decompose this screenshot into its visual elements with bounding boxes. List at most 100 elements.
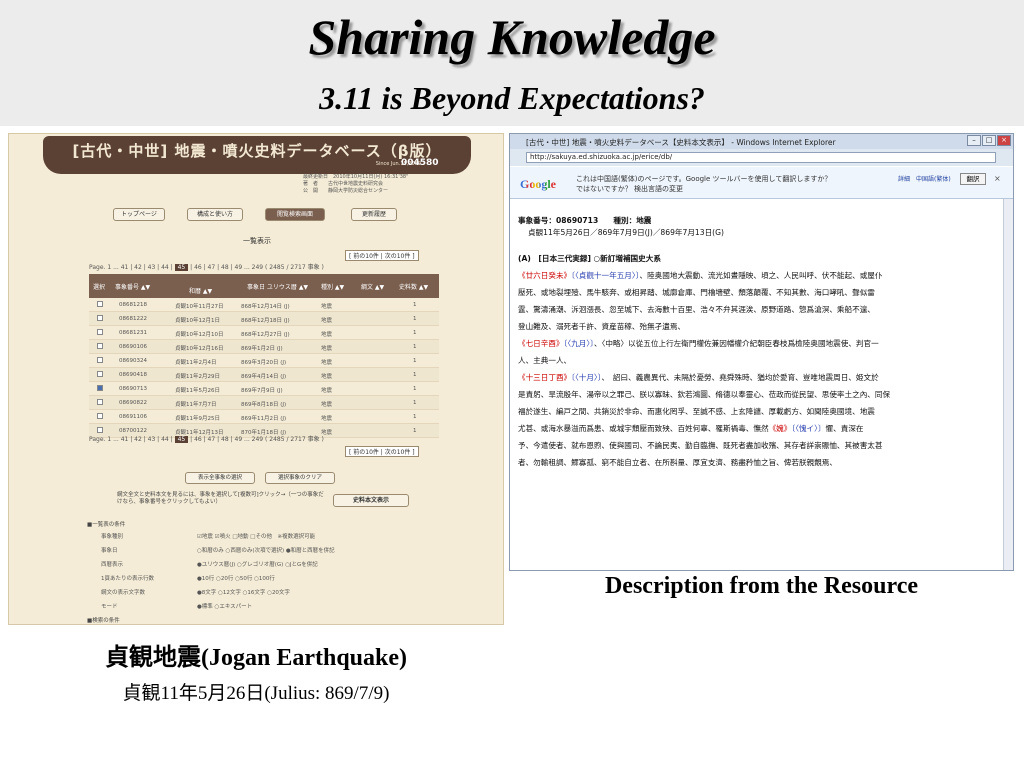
prev-next-links[interactable]: [ 前の10件 | 次の10件 ] — [345, 250, 419, 261]
row-event-no[interactable]: 08681231 — [119, 330, 147, 336]
row-count: 1 — [413, 414, 417, 420]
caption-right: Description from the Resource — [604, 573, 919, 599]
clear-selection-button[interactable]: 選択事象のクリア — [265, 472, 335, 484]
source-line: 尤甚、或海水暴溢而爲患、或城宇頽壓而致殃、百姓何辜、罹斯禍毒、憮然《媿》〔〈愧イ… — [518, 424, 864, 433]
condition-options[interactable]: ☑地震 ☑噴火 □地動 □その他 ※複数選択可能 — [197, 532, 315, 540]
row-count: 1 — [413, 400, 417, 406]
translate-line2[interactable]: ではないですか？ 検出言語の変更 — [576, 184, 831, 194]
source-line: 《七日辛酉》〔〈九月〉〕、〈中略〉以從五位上行左衛門權佐兼因幡權介紀朝臣春枝爲檢… — [518, 339, 879, 348]
table-row[interactable]: 08681218 貞観10年11月27日 868年12月14日 (J) 地震 1 — [89, 298, 439, 312]
table-row[interactable]: 08681231 貞観10年12月10日 868年12月27日 (J) 地震 1 — [89, 326, 439, 340]
close-bar-icon[interactable]: × — [994, 174, 1001, 183]
col-event-no[interactable]: 事象番号 ▲▼ — [115, 282, 150, 291]
translate-detail-link[interactable]: 詳細 中国語(繁体) — [898, 174, 951, 183]
row-checkbox[interactable] — [97, 413, 103, 419]
row-event-no[interactable]: 08690324 — [119, 358, 147, 364]
table-row[interactable]: 08690324 貞観11年2月4日 869年3月20日 (J) 地震 1 — [89, 354, 439, 368]
condition-label: 綱文の表示文字数 — [101, 590, 146, 596]
pager-suffix[interactable]: | 46 | 47 | 48 | 49 ... 249 — [190, 264, 263, 271]
row-event-no[interactable]: 08681218 — [119, 302, 147, 308]
db-counter: 004580 — [401, 158, 439, 168]
row-checkbox[interactable] — [97, 427, 103, 433]
close-icon[interactable]: × — [997, 135, 1011, 146]
pager-prefix[interactable]: Page. 1 ... 41 | 42 | 43 | 44 | — [89, 436, 173, 443]
source-line: 壓死、或地裂埋殪、馬牛駭奔、或相昇踏、城廓倉庫、門櫓墻壁、頽落顛覆、不知其數、海… — [518, 288, 875, 297]
select-all-button[interactable]: 表示全事象の選択 — [185, 472, 255, 484]
translate-line1: これは中国語(繁体)のページです。Google ツールバーを使用して翻訳しますか… — [576, 175, 832, 183]
row-checkbox[interactable] — [97, 399, 103, 405]
row-checkbox[interactable] — [97, 315, 103, 321]
col-summary[interactable]: 綱文 ▲▼ — [361, 282, 384, 291]
row-type: 地震 — [321, 304, 333, 310]
instruction-note: 綱文全文と史料本文を見るには、事象を選択して[複数可]クリック→（一つの事象だけ… — [117, 492, 324, 505]
browse-search-button[interactable]: 閲覧検索画面 — [265, 208, 325, 221]
condition-options[interactable]: ●標準 ○エキスパート — [197, 602, 252, 610]
row-julius: 868年12月14日 (J) — [241, 304, 290, 310]
pager-suffix[interactable]: | 46 | 47 | 48 | 49 ... 249 — [190, 436, 263, 443]
table-row[interactable]: 08690418 貞観11年2月29日 869年4月14日 (J) 地震 1 — [89, 368, 439, 382]
row-event-no[interactable]: 08691106 — [119, 414, 147, 420]
row-event-no[interactable]: 08690106 — [119, 344, 147, 350]
maximize-icon[interactable]: □ — [982, 135, 996, 146]
top-page-button[interactable]: トップページ — [113, 208, 165, 221]
source-line: 登山難及、溺死者千許、資産苗稼、殆無孑遺焉、 — [518, 322, 686, 331]
row-julius: 868年12月18日 (J) — [241, 318, 290, 324]
row-count: 1 — [413, 344, 417, 350]
pager-current: 45 — [174, 264, 189, 271]
prev-next-links-bottom[interactable]: [ 前の10件 | 次の10件 ] — [345, 446, 419, 457]
condition-label: モード — [101, 604, 118, 610]
translate-message: これは中国語(繁体)のページです。Google ツールバーを使用して翻訳しますか… — [576, 174, 831, 194]
col-type[interactable]: 種別 ▲▼ — [321, 282, 344, 291]
table-row[interactable]: 08690822 貞観11年7月7日 869年8月18日 (J) 地震 1 — [89, 396, 439, 410]
address-bar: http://sakuya.ed.shizuoka.ac.jp/erice/db… — [510, 149, 1013, 166]
db-meta-line: 最終更新日 2010年10月11日(月) 16:31'38" — [303, 174, 409, 180]
row-count: 1 — [413, 358, 417, 364]
usage-button[interactable]: 構成と使い方 — [187, 208, 243, 221]
db-meta: 最終更新日 2010年10月11日(月) 16:31'38" 著 者 古代中世地… — [303, 174, 408, 195]
pager-count: ( 2485 / 2717 事象 ) — [265, 264, 324, 271]
pager-prefix[interactable]: Page. 1 ... 41 | 42 | 43 | 44 | — [89, 264, 173, 271]
row-checkbox[interactable] — [97, 385, 103, 391]
update-history-button[interactable]: 更新履歴 — [351, 208, 397, 221]
pager-count: ( 2485 / 2717 事象 ) — [265, 436, 324, 443]
view-text-button[interactable]: 史料本文表示 — [333, 494, 409, 507]
minimize-icon[interactable]: – — [967, 135, 981, 146]
row-checkbox[interactable] — [97, 343, 103, 349]
row-event-no[interactable]: 08690822 — [119, 400, 147, 406]
translate-button[interactable]: 翻訳 — [960, 173, 986, 185]
url-input[interactable]: http://sakuya.ed.shizuoka.ac.jp/erice/db… — [526, 152, 996, 163]
row-count: 1 — [413, 302, 417, 308]
col-count[interactable]: 史料数 ▲▼ — [399, 282, 428, 291]
source-line: 予、今遣使者、就布恩煦、使與國司、不論民夷、勤自臨撫、既死者盡加收殯、其存者詳崇… — [518, 441, 883, 450]
condition-options[interactable]: ●8文字 ○12文字 ○16文字 ○20文字 — [197, 588, 290, 596]
pager-bottom: Page. 1 ... 41 | 42 | 43 | 44 | 45 | 46 … — [89, 434, 324, 443]
condition-options[interactable]: ○和暦のみ ○西暦のみ(次項で選択) ●和暦と西暦を併記 — [197, 546, 335, 554]
row-checkbox[interactable] — [97, 357, 103, 363]
row-event-no[interactable]: 08690418 — [119, 372, 147, 378]
row-event-no[interactable]: 08681222 — [119, 316, 147, 322]
row-julius: 869年8月18日 (J) — [241, 402, 287, 408]
row-julius: 869年4月14日 (J) — [241, 374, 287, 380]
table-row[interactable]: 08690106 貞観10年12月16日 869年1月2日 (J) 地震 1 — [89, 340, 439, 354]
row-checkbox[interactable] — [97, 329, 103, 335]
table-row[interactable]: 08681222 貞観10年12月1日 868年12月18日 (J) 地震 1 — [89, 312, 439, 326]
source-line: 人、主典一人、 — [518, 356, 572, 365]
table-header: 選択 事象番号 ▲▼ 和暦 ▲▼ 事象日 ユリウス暦 ▲▼ 種別 ▲▼ 綱文 ▲… — [89, 274, 439, 298]
col-wareki[interactable]: 和暦 ▲▼ — [189, 286, 212, 295]
slide-title: Sharing Knowledge — [308, 9, 716, 65]
scrollbar[interactable] — [1003, 199, 1013, 570]
row-checkbox[interactable] — [97, 301, 103, 307]
table-row[interactable]: 08691106 貞観11年9月25日 869年11月2日 (J) 地震 1 — [89, 410, 439, 424]
table-row[interactable]: 08690713 貞観11年5月26日 869年7月9日 (J) 地震 1 — [89, 382, 439, 396]
col-julius[interactable]: 事象日 ユリウス暦 ▲▼ — [247, 282, 308, 291]
col-select: 選択 — [93, 284, 106, 291]
row-event-no[interactable]: 08690713 — [119, 386, 147, 392]
row-julius: 869年7月9日 (J) — [241, 388, 283, 394]
row-wareki: 貞観10年12月1日 — [175, 318, 220, 324]
row-checkbox[interactable] — [97, 371, 103, 377]
google-logo: Google — [520, 177, 556, 192]
condition-options[interactable]: ●ユリウス暦(J) ○グレゴリオ暦(G) ○JとGを併記 — [197, 560, 318, 568]
db-meta-line: 著 者 古代中世地震史料研究会 — [303, 181, 384, 187]
condition-options[interactable]: ●10行 ○20行 ○50行 ○100行 — [197, 574, 275, 582]
row-type: 地震 — [321, 318, 333, 324]
